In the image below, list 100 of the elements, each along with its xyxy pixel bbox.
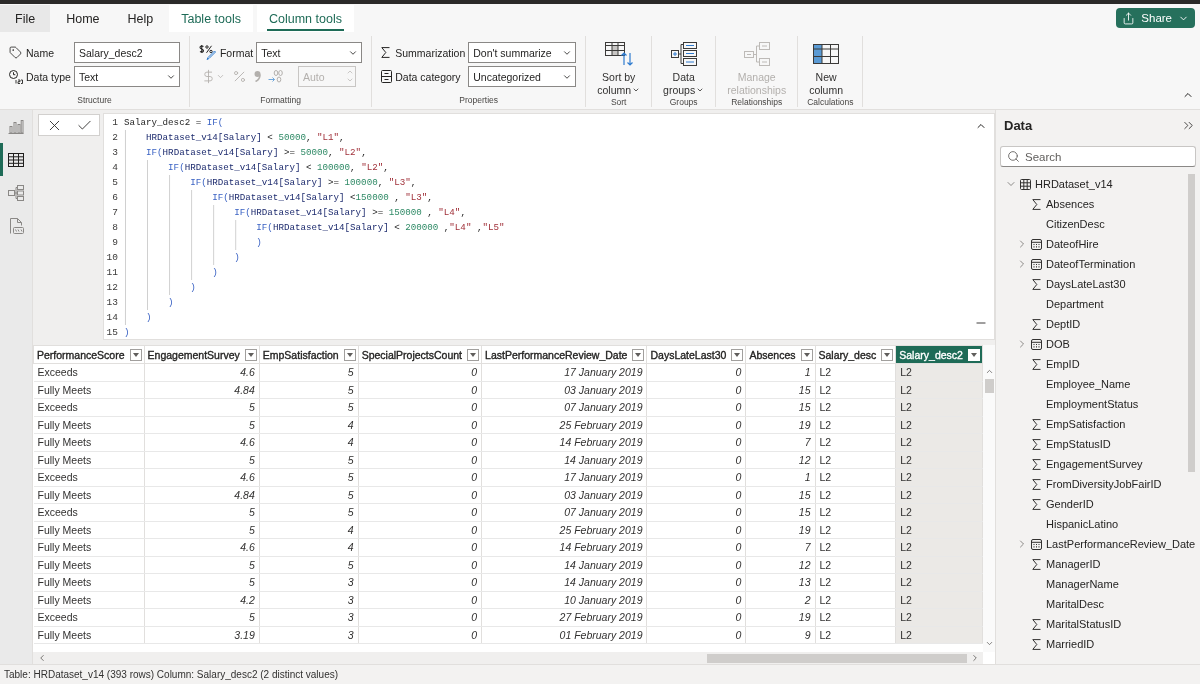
column-title: LastPerformanceReview_Date	[485, 348, 628, 361]
field-name[interactable]: CitizenDesc	[1046, 218, 1105, 230]
pane-title: Data	[1004, 117, 1033, 133]
ribbon-tab[interactable]: Help	[115, 5, 166, 32]
field-name[interactable]: DaysLateLast30	[1046, 278, 1126, 290]
filter-button[interactable]	[632, 348, 645, 361]
data-category-dropdown[interactable]: Uncategorized	[468, 66, 577, 87]
field-name[interactable]: EmploymentStatus	[1046, 398, 1139, 410]
field-name[interactable]: DeptID	[1046, 318, 1081, 330]
caret-down-icon	[635, 352, 642, 357]
sigma-icon	[1031, 318, 1041, 330]
field-name[interactable]: MaritalDesc	[1046, 598, 1105, 610]
caret-down-icon	[734, 352, 741, 357]
format-dropdown[interactable]: Text	[256, 42, 363, 63]
column-header[interactable]: SpecialProjectsCount	[358, 345, 482, 364]
calendar-icon	[1030, 238, 1042, 250]
search-field[interactable]: Search	[1000, 146, 1196, 167]
column-header[interactable]: DaysLateLast30	[647, 345, 746, 364]
filter-button[interactable]	[343, 348, 356, 361]
field-name[interactable]: GenderID	[1046, 498, 1094, 510]
scrollbar-thumb[interactable]	[1188, 174, 1195, 472]
sigma-icon	[1031, 278, 1041, 290]
code-line: IF(HRDataset_v14[Salary] < 100000, "L2",	[124, 160, 389, 175]
sigma-icon	[1031, 198, 1041, 210]
ribbon-button[interactable]: Sort by column	[595, 42, 643, 97]
caret-down-icon	[971, 352, 977, 357]
sigma-icon	[1031, 458, 1041, 470]
field-name[interactable]: DateofHire	[1046, 238, 1099, 250]
line-number: 13	[105, 297, 118, 308]
column-header[interactable]: Salary_desc	[815, 345, 896, 364]
calendar-icon	[1030, 538, 1042, 550]
bar-chart-icon	[8, 119, 24, 134]
name-input[interactable]: Salary_desc2	[73, 42, 180, 63]
line-number: 9	[111, 237, 118, 248]
group-label: Structure	[77, 95, 112, 106]
caret-down-icon	[346, 352, 353, 357]
column-header[interactable]: EmpSatisfaction	[259, 345, 359, 364]
field-name[interactable]: DateofTermination	[1046, 258, 1136, 270]
field-name[interactable]: EmpSatisfaction	[1046, 418, 1126, 430]
column-header[interactable]: EngagementSurvey	[144, 345, 260, 364]
field-name[interactable]: MarriedID	[1046, 638, 1095, 650]
code-line: IF(HRDataset_v14[Salary] >= 150000 , "L4",	[124, 205, 466, 220]
group-label: Formatting	[260, 95, 301, 106]
field-name[interactable]: ManagerID	[1046, 558, 1101, 570]
field-name[interactable]: Employee_Name	[1046, 378, 1131, 390]
summarization-dropdown[interactable]: Don't summarize	[468, 42, 577, 63]
line-number: 10	[105, 252, 118, 263]
share-button[interactable]: Share	[1116, 8, 1195, 28]
code-line: )	[124, 250, 240, 265]
formula-editor[interactable]	[103, 113, 995, 340]
field-name[interactable]: MaritalStatusID	[1046, 618, 1122, 630]
filter-button[interactable]	[244, 348, 257, 361]
ribbon-button[interactable]: New column	[807, 42, 846, 97]
column-header[interactable]: LastPerformanceReview_Date	[481, 345, 647, 364]
filter-button[interactable]	[731, 348, 744, 361]
table-name[interactable]: HRDataset_v14	[1035, 178, 1113, 190]
field-name[interactable]: DOB	[1046, 338, 1070, 350]
ribbon-tab[interactable]: Home	[54, 5, 112, 32]
form-list-icon	[381, 70, 393, 83]
line-number: 14	[105, 312, 118, 323]
line-number: 3	[111, 147, 118, 158]
field-label: Data category	[395, 70, 462, 83]
chevron-up-icon	[345, 68, 354, 76]
comma-icon	[253, 71, 261, 82]
field-name[interactable]: HispanicLatino	[1046, 518, 1119, 530]
field-name[interactable]: EmpID	[1046, 358, 1080, 370]
code-line: IF(HRDataset_v14[Salary] < 200000 ,"L4" ,"L5"	[124, 220, 505, 235]
grouped-list-icon	[670, 42, 697, 66]
field-name[interactable]: Absences	[1046, 198, 1095, 210]
group-label: Calculations	[807, 97, 854, 108]
field-name[interactable]: Department	[1046, 298, 1104, 310]
relationship-diagram-icon	[743, 42, 770, 66]
field-name[interactable]: FromDiversityJobFairID	[1046, 478, 1162, 490]
code-line: )	[124, 310, 152, 325]
data-type-dropdown[interactable]: Text	[73, 66, 180, 87]
ribbon-tab[interactable]: Column tools	[257, 5, 354, 32]
ribbon-button[interactable]: Data groups	[661, 42, 707, 97]
column-header[interactable]: Salary_desc2	[895, 345, 983, 364]
sigma-icon	[1031, 558, 1041, 570]
scrollbar-thumb[interactable]	[707, 653, 967, 663]
field-name[interactable]: LastPerformanceReview_Date	[1046, 538, 1196, 550]
chevron-left-icon	[37, 653, 47, 663]
vertical-scrollbar[interactable]	[983, 345, 995, 652]
caret-down-icon	[132, 352, 139, 357]
field-name[interactable]: EmpStatusID	[1046, 438, 1111, 450]
line-number: 15	[105, 327, 118, 338]
code-line: )	[124, 326, 130, 340]
filter-button[interactable]	[800, 348, 813, 361]
column-header[interactable]: PerformanceScore	[33, 345, 145, 364]
field-name[interactable]: ManagerName	[1046, 578, 1119, 590]
code-line: IF(HRDataset_v14[Salary] >= 100000, "L3",	[124, 175, 417, 190]
filter-button[interactable]	[467, 348, 480, 361]
column-title: PerformanceScore	[37, 348, 125, 361]
ribbon-tab[interactable]: File	[0, 5, 51, 32]
filter-button[interactable]	[881, 348, 894, 361]
ribbon-tab[interactable]: Table tools	[169, 5, 253, 32]
scrollbar-thumb[interactable]	[984, 379, 994, 393]
field-name[interactable]: EngagementSurvey	[1046, 458, 1143, 470]
filter-button[interactable]	[129, 348, 142, 361]
column-header[interactable]: Absences	[745, 345, 815, 364]
